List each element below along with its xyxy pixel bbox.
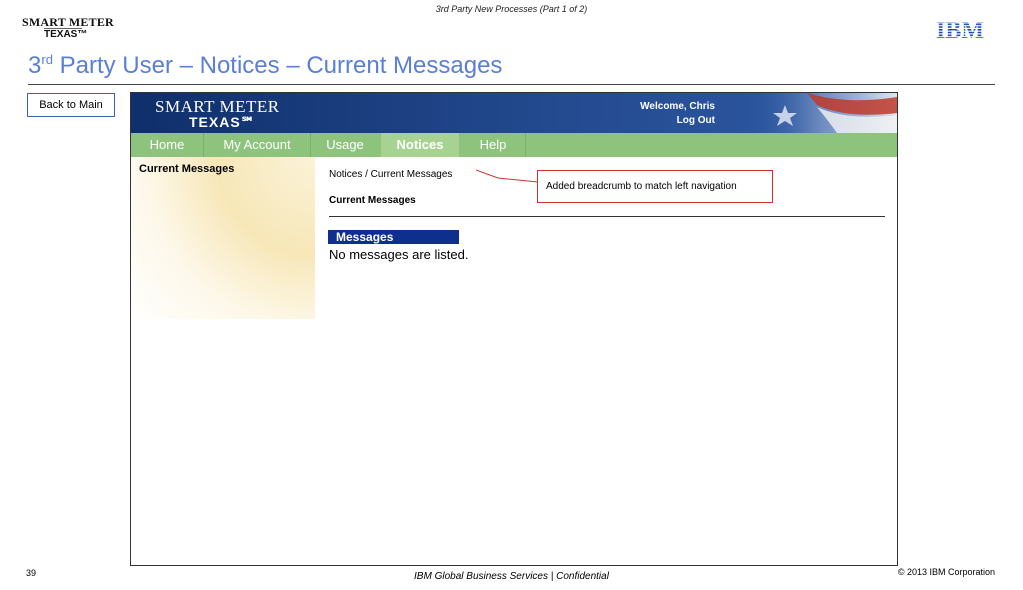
left-sidebar bbox=[131, 157, 315, 319]
back-to-main-button[interactable]: Back to Main bbox=[27, 93, 115, 117]
sidebar-item-current-messages[interactable]: Current Messages bbox=[139, 163, 234, 175]
app-window: SMART METER TEXAS℠ Welcome, Chris Log Ou… bbox=[130, 92, 898, 566]
annotation-callout: Added breadcrumb to match left navigatio… bbox=[537, 170, 773, 203]
copyright: © 2013 IBM Corporation bbox=[897, 567, 995, 577]
nav-my-account[interactable]: My Account bbox=[204, 133, 310, 157]
nav-help[interactable]: Help bbox=[461, 133, 525, 157]
nav-notices[interactable]: Notices bbox=[381, 133, 459, 157]
slide-footer: IBM Global Business Services | Confident… bbox=[414, 571, 609, 582]
breadcrumb[interactable]: Notices / Current Messages bbox=[329, 169, 452, 180]
smart-meter-texas-logo: SMART METER TEXAS™ bbox=[22, 15, 114, 40]
page-title: Current Messages bbox=[329, 195, 416, 206]
slide-title: 3rd Party User – Notices – Current Messa… bbox=[28, 52, 503, 79]
svg-text:IBM: IBM bbox=[936, 18, 984, 40]
app-logo[interactable]: SMART METER TEXAS℠ bbox=[155, 98, 280, 129]
messages-empty-text: No messages are listed. bbox=[329, 247, 469, 262]
nav-home[interactable]: Home bbox=[131, 133, 203, 157]
content-divider bbox=[329, 216, 885, 217]
welcome-text: Welcome, Chris bbox=[640, 101, 715, 112]
texas-flag-icon bbox=[747, 93, 897, 133]
main-nav: Home My Account Usage Notices Help bbox=[131, 133, 897, 157]
slide-top-caption: 3rd Party New Processes (Part 1 of 2) bbox=[435, 4, 588, 14]
ibm-logo: IBM bbox=[925, 18, 995, 45]
messages-section-header: Messages bbox=[328, 230, 459, 244]
title-divider bbox=[28, 84, 995, 85]
nav-usage[interactable]: Usage bbox=[311, 133, 379, 157]
logout-link[interactable]: Log Out bbox=[640, 114, 715, 128]
app-header: SMART METER TEXAS℠ Welcome, Chris Log Ou… bbox=[131, 93, 897, 133]
user-welcome: Welcome, Chris Log Out bbox=[640, 100, 715, 128]
annotation-connector bbox=[476, 169, 539, 183]
